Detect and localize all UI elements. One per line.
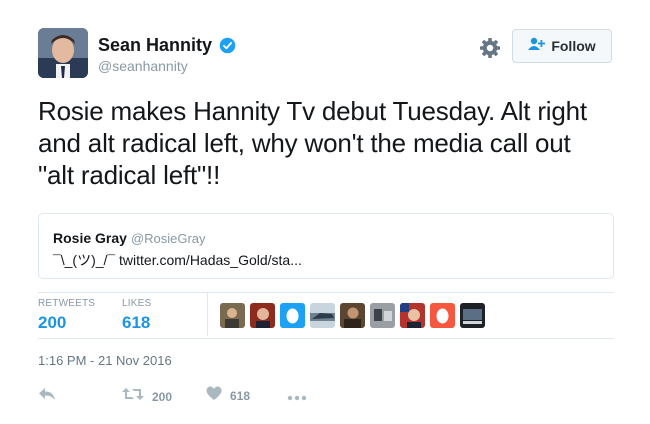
retweets-stat[interactable]: RETWEETS 200 <box>38 298 95 333</box>
author-display-name[interactable]: Sean Hannity <box>98 35 212 56</box>
follow-button-label: Follow <box>551 38 596 54</box>
stats-top-divider <box>38 292 614 293</box>
quoted-tweet-name: Rosie Gray <box>53 230 127 246</box>
stats-bottom-divider <box>38 338 614 339</box>
likes-stat[interactable]: LIKES 618 <box>122 298 151 333</box>
liker-avatar[interactable] <box>280 303 305 328</box>
stats-separator <box>207 293 208 336</box>
like-button[interactable]: 618 <box>206 386 250 406</box>
tweet-timestamp[interactable]: 1:16 PM - 21 Nov 2016 <box>38 353 172 368</box>
liker-avatar[interactable] <box>370 303 395 328</box>
tweet-text-line: "alt radical left"!! <box>38 160 221 190</box>
quoted-tweet-handle: @RosieGray <box>130 231 206 246</box>
quoted-tweet-text: ¯\_(ツ)_/¯ twitter.com/Hadas_Gold/sta... <box>53 252 302 268</box>
add-user-icon <box>528 37 546 56</box>
gear-icon[interactable] <box>478 36 502 60</box>
quoted-tweet-card[interactable]: Rosie Gray @RosieGray ¯\_(ツ)_/¯ twitter.c… <box>38 213 614 279</box>
likes-label: LIKES <box>122 298 152 309</box>
tweet-text-line: Rosie makes Hannity Tv debut Tuesday. Al… <box>38 96 587 126</box>
like-count: 618 <box>230 389 251 403</box>
retweets-count: 200 <box>38 313 67 332</box>
liker-avatar[interactable] <box>430 303 455 328</box>
more-icon <box>287 388 307 406</box>
follow-button[interactable]: Follow <box>512 29 612 63</box>
tweet-text-line: and alt radical left, why won't the medi… <box>38 128 571 158</box>
liker-avatar[interactable] <box>400 303 425 328</box>
liker-avatar[interactable] <box>340 303 365 328</box>
retweet-icon <box>122 386 144 407</box>
retweet-button[interactable]: 200 <box>122 386 172 407</box>
retweet-count: 200 <box>152 389 173 404</box>
reply-icon <box>38 386 56 407</box>
author-avatar[interactable] <box>38 28 88 78</box>
author-handle[interactable]: @seanhannity <box>98 58 188 74</box>
liker-avatar[interactable] <box>310 303 335 328</box>
quoted-tweet-author: Rosie Gray @RosieGray <box>53 230 206 246</box>
liker-avatar[interactable] <box>460 303 485 328</box>
retweets-label: RETWEETS <box>38 298 96 309</box>
verified-badge-icon <box>219 37 236 54</box>
likes-count: 618 <box>122 313 151 332</box>
more-button[interactable] <box>287 388 307 406</box>
reply-button[interactable] <box>38 386 56 407</box>
tweet-text: Rosie makes Hannity Tv debut Tuesday. Al… <box>38 95 618 191</box>
liker-avatar[interactable] <box>220 303 245 328</box>
liker-avatar[interactable] <box>250 303 275 328</box>
heart-icon <box>206 386 222 406</box>
